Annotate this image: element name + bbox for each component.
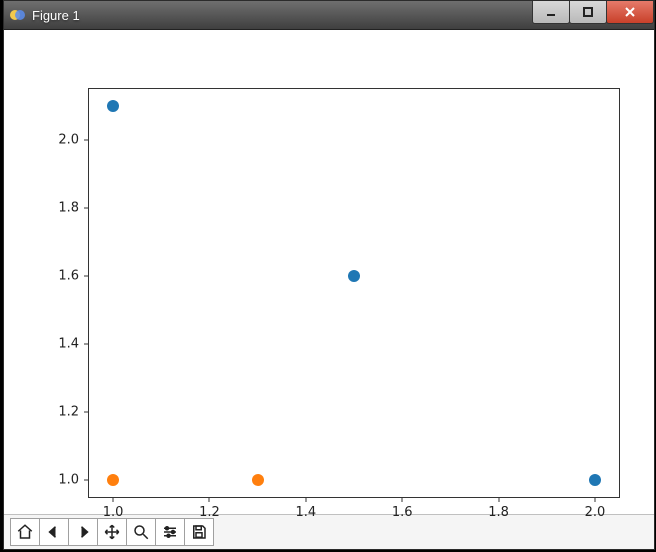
- toolbar-zoom-button[interactable]: [126, 518, 156, 546]
- ytick-mark: [84, 412, 89, 413]
- home-icon: [16, 523, 34, 541]
- app-icon: [10, 7, 26, 23]
- toolbar-back-button[interactable]: [39, 518, 69, 546]
- xtick-label: 1.4: [295, 505, 316, 520]
- data-point: [107, 474, 119, 486]
- figure-canvas[interactable]: 1.01.21.41.61.82.01.01.21.41.61.82.0: [4, 30, 654, 514]
- xtick-mark: [209, 497, 210, 502]
- data-point: [589, 474, 601, 486]
- window-title: Figure 1: [32, 8, 80, 23]
- close-button[interactable]: [606, 1, 654, 24]
- xtick-label: 1.6: [392, 505, 413, 520]
- axes: 1.01.21.41.61.82.01.01.21.41.61.82.0: [88, 88, 620, 498]
- xtick-label: 1.2: [199, 505, 220, 520]
- xtick-mark: [402, 497, 403, 502]
- window-controls: [533, 1, 654, 29]
- data-point: [348, 270, 360, 282]
- ytick-label: 1.2: [58, 405, 79, 420]
- xtick-mark: [594, 497, 595, 502]
- sliders-icon: [161, 523, 179, 541]
- move-icon: [103, 523, 121, 541]
- magnify-icon: [132, 523, 150, 541]
- ytick-label: 1.8: [58, 201, 79, 216]
- toolbar-forward-button[interactable]: [68, 518, 98, 546]
- maximize-button[interactable]: [569, 1, 607, 24]
- toolbar-subplots-button[interactable]: [155, 518, 185, 546]
- ytick-mark: [84, 208, 89, 209]
- ytick-label: 1.0: [58, 473, 79, 488]
- ytick-mark: [84, 344, 89, 345]
- data-point: [252, 474, 264, 486]
- nav-toolbar: [4, 514, 654, 549]
- ytick-mark: [84, 276, 89, 277]
- ytick-label: 1.6: [58, 269, 79, 284]
- ytick-label: 1.4: [58, 337, 79, 352]
- toolbar-home-button[interactable]: [10, 518, 40, 546]
- app-window: Figure 1 1.01.21.41.61.82.01.01.21.41.61…: [3, 0, 655, 550]
- close-icon: [623, 5, 637, 19]
- xtick-mark: [498, 497, 499, 502]
- xtick-mark: [113, 497, 114, 502]
- data-point: [107, 100, 119, 112]
- save-icon: [190, 523, 208, 541]
- ytick-mark: [84, 140, 89, 141]
- maximize-icon: [582, 6, 594, 18]
- xtick-label: 2.0: [585, 505, 606, 520]
- minimize-icon: [545, 6, 557, 18]
- ytick-label: 2.0: [58, 133, 79, 148]
- minimize-button[interactable]: [532, 1, 570, 24]
- arrow-right-icon: [74, 523, 92, 541]
- toolbar-save-button[interactable]: [184, 518, 214, 546]
- toolbar-pan-button[interactable]: [97, 518, 127, 546]
- arrow-left-icon: [45, 523, 63, 541]
- xtick-label: 1.0: [103, 505, 124, 520]
- xtick-mark: [305, 497, 306, 502]
- xtick-label: 1.8: [488, 505, 509, 520]
- titlebar[interactable]: Figure 1: [4, 1, 654, 30]
- ytick-mark: [84, 480, 89, 481]
